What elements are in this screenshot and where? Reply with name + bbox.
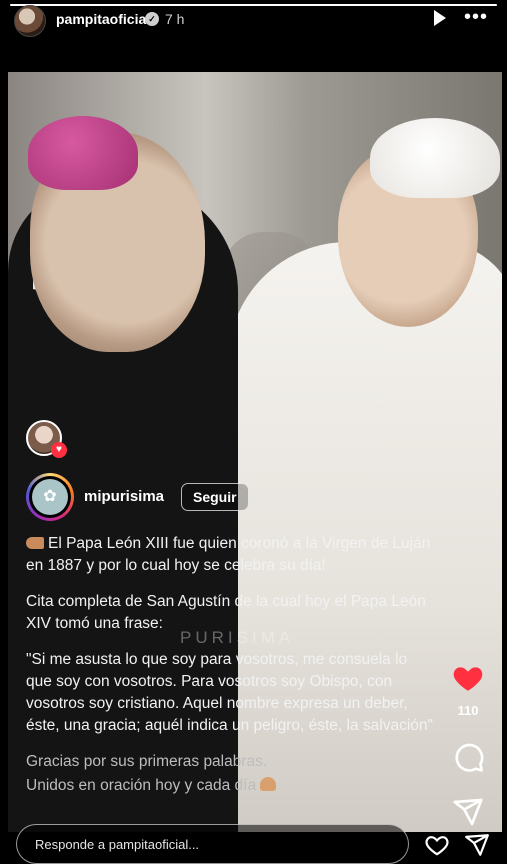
account-logo-icon: ✿: [32, 479, 68, 515]
caption-text-5: Unidos en oración hoy y cada día: [26, 777, 257, 794]
like-count: 110: [457, 703, 479, 718]
more-icon[interactable]: •••: [464, 6, 488, 29]
share-icon[interactable]: [452, 796, 484, 828]
story-caption: El Papa León XIII fue quien coronó a la …: [26, 533, 434, 811]
caption-paragraph-3: "Si me asusta lo que soy para vosotros, …: [26, 651, 434, 734]
photo-pope-zucchetto: [370, 118, 500, 198]
pointing-hand-emoji: [26, 537, 44, 549]
verified-icon: ✓: [145, 12, 159, 26]
account-avatar[interactable]: ✿: [26, 473, 74, 521]
story-header: pampitaoficial ✓ 7 h •••: [0, 0, 507, 40]
praying-hands-emoji: [260, 777, 277, 791]
username[interactable]: pampitaoficial: [56, 11, 150, 27]
story-progress-bar: [10, 4, 497, 6]
send-icon[interactable]: [464, 832, 490, 858]
reply-input[interactable]: [16, 824, 409, 864]
story-progress-fill: [10, 4, 497, 6]
follow-button[interactable]: Seguir: [181, 483, 249, 511]
heart-badge-icon: ♥: [51, 442, 67, 458]
comment-icon[interactable]: [453, 741, 485, 773]
photo-bishop-zucchetto: [28, 116, 138, 190]
caption-text-1: El Papa León XIII fue quien coronó a la …: [26, 535, 431, 574]
heart-outline-icon[interactable]: [424, 832, 450, 858]
caption-paragraph-4: Gracias por sus primeras palabras.: [26, 753, 268, 770]
caption-paragraph-5: Unidos en oración hoy y cada día: [26, 775, 434, 797]
post-time: 7 h: [165, 11, 185, 27]
play-icon[interactable]: [434, 10, 446, 26]
account-name[interactable]: mipurisima: [84, 488, 164, 505]
user-avatar[interactable]: [14, 5, 46, 37]
caption-paragraph-2: Cita completa de San Agustín de la cual …: [26, 593, 426, 632]
account-avatar-border: ✿: [29, 476, 71, 518]
caption-paragraph-1: El Papa León XIII fue quien coronó a la …: [26, 533, 434, 577]
heart-icon[interactable]: [451, 661, 485, 695]
